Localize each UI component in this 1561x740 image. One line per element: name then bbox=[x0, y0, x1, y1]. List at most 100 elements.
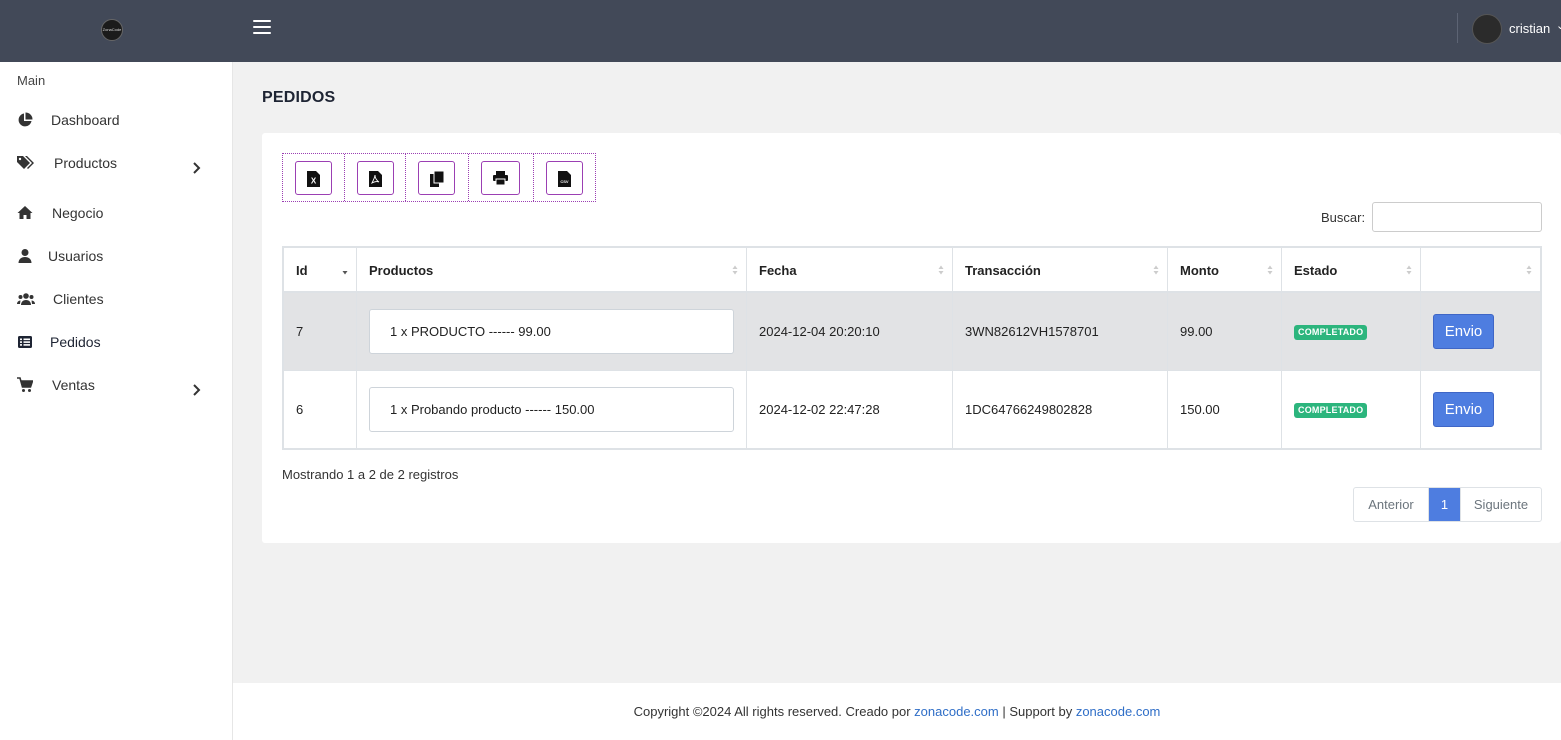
user-menu[interactable]: cristian ⌄ bbox=[1472, 14, 1561, 44]
pagination: Anterior 1 Siguiente bbox=[1353, 487, 1542, 522]
export-excel-btn[interactable]: X bbox=[295, 161, 332, 195]
cell-productos: 1 x PRODUCTO ------ 99.00 bbox=[357, 293, 747, 370]
cell-estado: COMPLETADO bbox=[1282, 371, 1421, 448]
sidebar-item-label: Productos bbox=[54, 155, 118, 171]
user-icon bbox=[18, 249, 32, 263]
menu-toggle-icon[interactable] bbox=[253, 20, 271, 34]
sidebar-item-negocio[interactable]: Negocio bbox=[0, 195, 232, 231]
user-name: cristian bbox=[1509, 21, 1551, 36]
sidebar-item-dashboard[interactable]: Dashboard bbox=[0, 102, 232, 138]
products-field[interactable]: 1 x Probando producto ------ 150.00 bbox=[369, 387, 734, 432]
sort-icon bbox=[938, 265, 944, 275]
sort-desc-icon bbox=[342, 271, 348, 275]
sidebar-item-usuarios[interactable]: Usuarios bbox=[0, 238, 232, 274]
column-header-id[interactable]: Id bbox=[284, 248, 357, 291]
pagination-page-1[interactable]: 1 bbox=[1429, 488, 1461, 521]
footer-separator: | Support by bbox=[998, 704, 1076, 719]
top-bar: ZonaCode cristian ⌄ bbox=[0, 0, 1561, 62]
cell-text: 3WN82612VH1578701 bbox=[965, 324, 1099, 339]
column-header-monto[interactable]: Monto bbox=[1168, 248, 1282, 291]
sidebar-item-label: Dashboard bbox=[51, 112, 120, 128]
svg-text:CSV: CSV bbox=[560, 179, 569, 184]
cell-text: 7 bbox=[296, 324, 304, 339]
cell-id: 7 bbox=[284, 293, 357, 370]
footer-link-support[interactable]: zonacode.com bbox=[1076, 704, 1161, 719]
sidebar-item-productos[interactable]: Productos bbox=[0, 145, 232, 181]
footer: Copyright ©2024 All rights reserved. Cre… bbox=[233, 683, 1561, 740]
cart-icon bbox=[17, 377, 33, 392]
sidebar-item-clientes[interactable]: Clientes bbox=[0, 281, 232, 317]
footer-link-creator[interactable]: zonacode.com bbox=[914, 704, 999, 719]
table-info: Mostrando 1 a 2 de 2 registros bbox=[282, 467, 459, 482]
column-header-estado[interactable]: Estado bbox=[1282, 248, 1421, 291]
table-row: 7 1 x PRODUCTO ------ 99.00 2024-12-04 2… bbox=[284, 292, 1540, 370]
column-header-label: Transacción bbox=[965, 263, 1041, 278]
file-excel-icon: X bbox=[307, 171, 320, 187]
cell-text: 6 bbox=[296, 402, 304, 417]
sidebar-item-label: Negocio bbox=[52, 205, 104, 221]
column-header-actions[interactable] bbox=[1421, 248, 1540, 291]
orders-table: Id Productos Fecha Transacción Monto Est… bbox=[282, 246, 1542, 450]
pie-chart-icon bbox=[18, 112, 33, 127]
sort-icon bbox=[1406, 265, 1412, 275]
sidebar-item-pedidos[interactable]: Pedidos bbox=[0, 324, 232, 360]
svg-text:X: X bbox=[311, 177, 317, 186]
envio-button[interactable]: Envio bbox=[1433, 392, 1494, 427]
sort-icon bbox=[732, 265, 738, 275]
sort-icon bbox=[1526, 265, 1532, 275]
column-header-fecha[interactable]: Fecha bbox=[747, 248, 953, 291]
column-header-label: Fecha bbox=[759, 263, 797, 278]
cell-fecha: 2024-12-02 22:47:28 bbox=[747, 371, 953, 448]
cell-monto: 99.00 bbox=[1168, 293, 1282, 370]
table-header-row: Id Productos Fecha Transacción Monto Est… bbox=[284, 248, 1540, 292]
cell-text: 99.00 bbox=[1180, 324, 1213, 339]
sidebar: Main Dashboard Productos Negocio Usuario… bbox=[0, 62, 233, 740]
users-icon bbox=[17, 293, 35, 305]
search-input[interactable] bbox=[1372, 202, 1542, 232]
sidebar-item-label: Clientes bbox=[53, 291, 104, 307]
export-pdf-btn[interactable] bbox=[357, 161, 394, 195]
pagination-previous[interactable]: Anterior bbox=[1354, 488, 1429, 521]
export-toolbar: X CSV bbox=[282, 153, 596, 202]
export-csv-button[interactable]: CSV bbox=[534, 154, 595, 201]
column-header-label: Estado bbox=[1294, 263, 1338, 278]
export-copy-button[interactable] bbox=[406, 154, 469, 201]
file-csv-icon: CSV bbox=[558, 171, 571, 187]
sidebar-item-label: Pedidos bbox=[50, 334, 101, 350]
envio-button[interactable]: Envio bbox=[1433, 314, 1494, 349]
status-badge: COMPLETADO bbox=[1294, 403, 1368, 418]
cell-id: 6 bbox=[284, 371, 357, 448]
export-pdf-button[interactable] bbox=[345, 154, 406, 201]
sidebar-section-title: Main bbox=[17, 73, 46, 88]
column-header-label: Monto bbox=[1180, 263, 1219, 278]
column-header-transaccion[interactable]: Transacción bbox=[953, 248, 1168, 291]
export-print-btn[interactable] bbox=[481, 161, 520, 195]
export-csv-btn[interactable]: CSV bbox=[546, 161, 583, 195]
cell-action: Envio bbox=[1421, 371, 1540, 448]
column-header-label: Id bbox=[296, 263, 308, 278]
column-header-productos[interactable]: Productos bbox=[357, 248, 747, 291]
page-title: PEDIDOS bbox=[262, 89, 336, 106]
sidebar-item-ventas[interactable]: Ventas bbox=[0, 367, 232, 403]
pagination-next[interactable]: Siguiente bbox=[1461, 488, 1541, 521]
copy-icon bbox=[430, 171, 444, 187]
table-row: 6 1 x Probando producto ------ 150.00 20… bbox=[284, 370, 1540, 448]
sort-icon bbox=[1267, 265, 1273, 275]
chevron-right-icon bbox=[193, 162, 201, 174]
export-excel-button[interactable]: X bbox=[283, 154, 345, 201]
logo[interactable]: ZonaCode bbox=[101, 19, 123, 41]
avatar bbox=[1472, 14, 1502, 44]
print-icon bbox=[493, 171, 508, 185]
cell-text: 2024-12-02 22:47:28 bbox=[759, 402, 880, 417]
cell-transaccion: 1DC64766249802828 bbox=[953, 371, 1168, 448]
list-icon bbox=[18, 336, 32, 348]
orders-card: X CSV Buscar: Id Productos Fecha Transac… bbox=[262, 133, 1561, 543]
export-copy-btn[interactable] bbox=[418, 161, 455, 195]
cell-action: Envio bbox=[1421, 293, 1540, 370]
cell-estado: COMPLETADO bbox=[1282, 293, 1421, 370]
sidebar-item-label: Ventas bbox=[52, 377, 95, 393]
export-print-button[interactable] bbox=[469, 154, 534, 201]
chevron-right-icon bbox=[193, 384, 201, 396]
status-badge: COMPLETADO bbox=[1294, 325, 1368, 340]
products-field[interactable]: 1 x PRODUCTO ------ 99.00 bbox=[369, 309, 734, 354]
